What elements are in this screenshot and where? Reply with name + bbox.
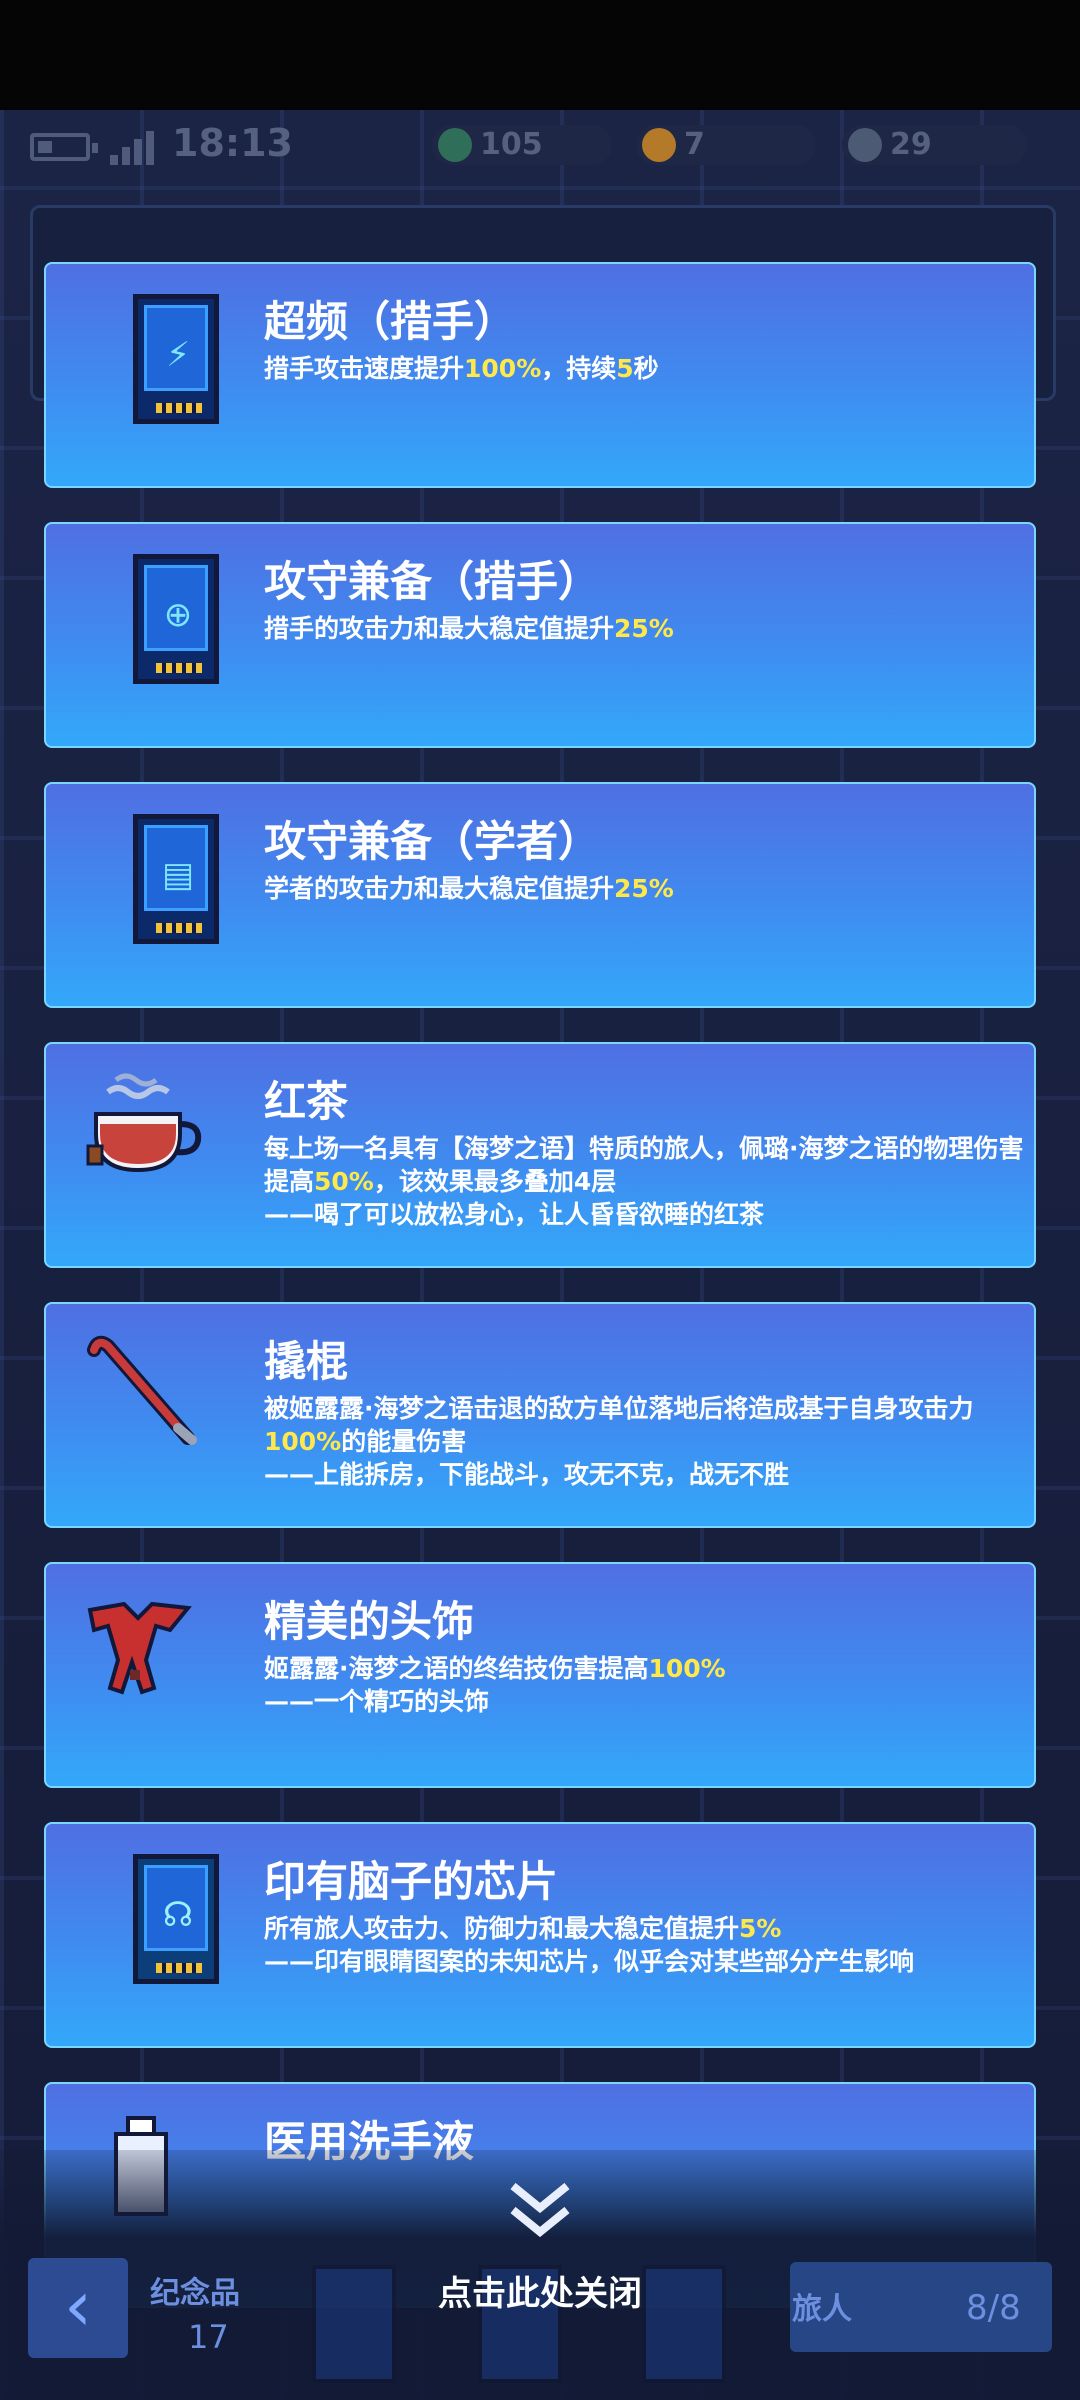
- flavor-text: ——一个精巧的头饰: [264, 1687, 490, 1716]
- flavor-text: ——印有眼睛图案的未知芯片，似乎会对某些部分产生影响: [264, 1947, 915, 1976]
- card-description: 学者的攻击力和最大稳定值提升25%: [264, 872, 1024, 905]
- coin-icon: [642, 128, 676, 162]
- flavor-text: ——喝了可以放松身心，让人昏昏欲睡的红茶: [264, 1200, 765, 1229]
- highlight-value: 50%: [314, 1167, 374, 1196]
- currency-token[interactable]: 29: [842, 125, 1027, 165]
- desc-text: 姬露露·海梦之语的终结技伤害提高: [264, 1654, 649, 1683]
- highlight-value: 25%: [614, 874, 674, 903]
- currency-coin[interactable]: 7: [636, 125, 816, 165]
- souvenir-card[interactable]: ⚡ 超频（措手） 措手攻击速度提升100%，持续5秒: [44, 262, 1036, 488]
- card-description: 措手的攻击力和最大稳定值提升25%: [264, 612, 1024, 645]
- token-icon: [848, 128, 882, 162]
- souvenir-count: 17: [188, 2318, 229, 2356]
- souvenir-card[interactable]: ☊ 印有脑子的芯片 所有旅人攻击力、防御力和最大稳定值提升5% ——印有眼睛图案的…: [44, 1822, 1036, 2048]
- system-status-bar-top: [0, 0, 1080, 110]
- highlight-value: 100%: [264, 1427, 342, 1456]
- desc-text: 的能量伤害: [341, 1427, 467, 1456]
- card-title: 攻守兼备（学者）: [264, 817, 601, 866]
- card-title: 精美的头饰: [264, 1597, 475, 1646]
- souvenir-card[interactable]: ⊕ 攻守兼备（措手） 措手的攻击力和最大稳定值提升25%: [44, 522, 1036, 748]
- chip-barrel-icon: ▤: [76, 804, 219, 944]
- card-description: 姬露露·海梦之语的终结技伤害提高100% ——一个精巧的头饰: [264, 1652, 1024, 1718]
- desc-text: 措手攻击速度提升: [264, 354, 465, 383]
- highlight-value: 100%: [464, 354, 542, 383]
- desc-text: 措手的攻击力和最大稳定值提升: [264, 614, 615, 643]
- clock-time: 18:13: [172, 121, 293, 165]
- highlight-value: 5%: [739, 1914, 782, 1943]
- currency-gem[interactable]: 105: [432, 125, 612, 165]
- battery-icon: [30, 133, 98, 161]
- gem-icon: [438, 128, 472, 162]
- signal-icon: [110, 129, 162, 165]
- souvenir-card[interactable]: 精美的头饰 姬露露·海梦之语的终结技伤害提高100% ——一个精巧的头饰: [44, 1562, 1036, 1788]
- card-title: 红茶: [264, 1077, 349, 1126]
- highlight-value: 5: [616, 354, 634, 383]
- crowbar-icon: [76, 1324, 206, 1454]
- souvenir-card[interactable]: 撬棍 被姬露露·海梦之语击退的敌方单位落地后将造成基于自身攻击力 100%的能量伤…: [44, 1302, 1036, 1528]
- desc-text: ，持续: [541, 354, 617, 383]
- card-description: 每上场一名具有【海梦之语】特质的旅人，佩璐·海梦之语的物理伤害提高50%，该效果…: [264, 1132, 1024, 1231]
- chip-overclock-icon: ⚡: [76, 284, 219, 424]
- desc-text: 学者的攻击力和最大稳定值提升: [264, 874, 615, 903]
- headdress-icon: [76, 1584, 206, 1714]
- flavor-text: ——上能拆房，下能战斗，攻无不克，战无不胜: [264, 1460, 790, 1489]
- souvenir-card[interactable]: 红茶 每上场一名具有【海梦之语】特质的旅人，佩璐·海梦之语的物理伤害提高50%，…: [44, 1042, 1036, 1268]
- brain-chip-icon: ☊: [76, 1844, 219, 1984]
- highlight-value: 25%: [614, 614, 674, 643]
- chevron-down-icon[interactable]: [507, 2180, 573, 2240]
- card-title: 撬棍: [264, 1337, 349, 1386]
- chip-target-icon: ⊕: [76, 544, 219, 684]
- card-title: 超频（措手）: [264, 297, 517, 346]
- desc-text: ，该效果最多叠加4层: [373, 1167, 617, 1196]
- card-description: 措手攻击速度提升100%，持续5秒: [264, 352, 1024, 385]
- souvenir-card[interactable]: ▤ 攻守兼备（学者） 学者的攻击力和最大稳定值提升25%: [44, 782, 1036, 1008]
- desc-text: 秒: [633, 354, 659, 383]
- card-description: 所有旅人攻击力、防御力和最大稳定值提升5% ——印有眼睛图案的未知芯片，似乎会对某…: [264, 1912, 1024, 1978]
- close-hint[interactable]: 点击此处关闭: [0, 2266, 1080, 2315]
- game-status-bar: 18:13 105 7 29: [0, 115, 1080, 175]
- card-description: 被姬露露·海梦之语击退的敌方单位落地后将造成基于自身攻击力 100%的能量伤害 ——…: [264, 1392, 1024, 1491]
- highlight-value: 100%: [648, 1654, 726, 1683]
- card-title: 印有脑子的芯片: [264, 1857, 559, 1906]
- desc-text: 所有旅人攻击力、防御力和最大稳定值提升: [264, 1914, 740, 1943]
- desc-text: 被姬露露·海梦之语击退的敌方单位落地后将造成基于自身攻击力: [264, 1394, 974, 1423]
- card-title: 攻守兼备（措手）: [264, 557, 601, 606]
- teacup-icon: [76, 1064, 206, 1194]
